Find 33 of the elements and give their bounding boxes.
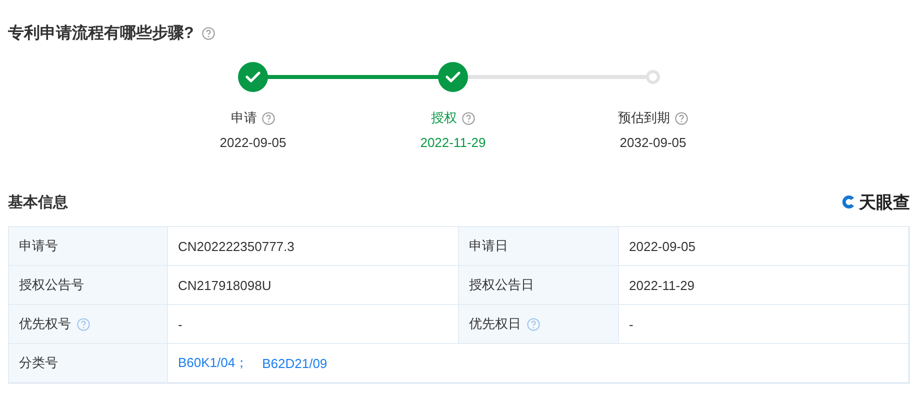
help-icon[interactable] [675,112,688,124]
question-title: 专利申请流程有哪些步骤? [8,23,194,44]
field-label: 优先权日 [469,315,521,333]
field-value: CN202222350777.3 [178,238,294,254]
step-label: 授权 [431,109,457,127]
classification-link[interactable]: B62D21/09 [262,356,328,370]
field-label: 授权公告号 [19,276,84,294]
field-value: CN217918098U [178,278,272,292]
classification-link[interactable]: B60K1/04； [178,354,248,372]
step-date: 2032-09-05 [620,135,686,150]
check-icon [245,71,261,83]
field-value: 2022-09-05 [629,238,696,254]
step-date: 2022-11-29 [420,135,486,150]
help-icon[interactable] [462,112,475,124]
field-label: 授权公告日 [469,276,534,294]
field-label: 申请号 [19,237,58,255]
step-label: 预估到期 [618,109,670,127]
help-icon[interactable] [202,26,215,40]
help-icon[interactable] [527,318,540,330]
field-label: 优先权号 [19,315,71,333]
field-value: - [178,316,182,332]
help-icon[interactable] [77,318,90,330]
field-label: 分类号 [19,354,58,372]
check-icon [445,71,461,83]
help-icon[interactable] [262,112,275,124]
section-title: 基本信息 [8,192,68,212]
step-date: 2022-09-05 [220,135,286,150]
brand-logo: 天眼查 [859,192,910,214]
logo-icon [841,194,857,210]
field-value: - [629,316,634,332]
field-value: 2022-11-29 [629,278,695,292]
field-label: 申请日 [469,237,508,255]
step-label: 申请 [231,109,257,127]
